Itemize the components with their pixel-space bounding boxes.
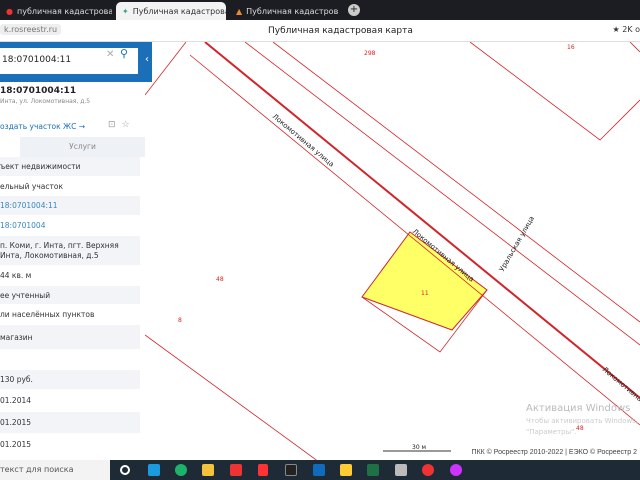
taskbar-search[interactable]: текст для поиска: [0, 460, 110, 480]
row-quarter[interactable]: 18:0701004: [0, 216, 140, 236]
app-icon[interactable]: [340, 464, 352, 476]
attribute-list: ъект недвижимости ельный участок 18:0701…: [0, 157, 140, 456]
tab-3[interactable]: ▲ Публичная кадастрова: [230, 2, 338, 20]
excel-icon[interactable]: [367, 464, 379, 476]
copyright: ПКК © Росреестр 2010-2022 | ЕЭКО © Росре…: [470, 448, 638, 457]
row-usage: магазин: [0, 325, 140, 350]
object-address: Инта, ул. Локомотивная, д.5: [0, 98, 91, 105]
row-date: 01.2015: [0, 412, 140, 434]
watermark: Активация Windows: [526, 403, 630, 414]
row-status: ее учтенный: [0, 286, 140, 305]
road-centerline: [204, 42, 640, 399]
clear-icon[interactable]: ✕: [106, 49, 114, 60]
terminal-icon[interactable]: [285, 464, 297, 476]
zoom-to-icon[interactable]: ⊡: [108, 120, 122, 130]
panel-actions: ⊡☆: [108, 120, 136, 130]
edge-icon[interactable]: [175, 464, 187, 476]
parcel-number: 48: [576, 425, 584, 432]
panel-tabs: Услуги: [0, 137, 145, 157]
cadastral-map[interactable]: Локомотивная улица Локомотивная улица Ур…: [145, 42, 640, 460]
boundary-line: [145, 334, 317, 460]
yandex-icon: ●: [6, 6, 13, 16]
row-date: 01.2014: [0, 390, 140, 412]
collapse-panel-icon[interactable]: ‹: [145, 54, 149, 65]
yandex-browser-icon[interactable]: [230, 464, 242, 476]
boundary-line: [629, 42, 640, 53]
taskbar: текст для поиска: [0, 460, 640, 480]
search-input[interactable]: 18:0701004:11: [0, 48, 138, 74]
row-kind: ельный участок: [0, 177, 140, 196]
boundary-line: [469, 42, 640, 141]
object-number: 18:0701004:11: [0, 86, 77, 96]
street-label: Уральская улица: [498, 215, 536, 273]
address-bar: k.rosreestr.ru Публичная кадастровая кар…: [0, 20, 640, 42]
scale-label: 30 м: [412, 444, 426, 451]
parcel-number: 298: [364, 50, 376, 57]
parcel-number: 11: [421, 290, 429, 297]
map-canvas: Локомотивная улица Локомотивная улица Ур…: [145, 42, 640, 460]
watermark-sub: "Параметры".: [526, 428, 577, 436]
page-title: Публичная кадастровая карта: [268, 26, 413, 36]
row-type: ъект недвижимости: [0, 157, 140, 177]
tab-services[interactable]: Услуги: [20, 137, 145, 157]
explorer-icon[interactable]: [202, 464, 214, 476]
site-icon: ▲: [236, 6, 243, 16]
create-plot-link[interactable]: оздать участок ЖС →: [0, 122, 85, 131]
search-bar: 18:0701004:11 ✕ ⚲ ‹: [0, 42, 152, 82]
info-panel: 18:0701004:11 ✕ ⚲ ‹ 18:0701004:11 Инта, …: [0, 42, 152, 460]
browser-tab-bar: ●публичная кадастровая к ✦Публичная када…: [0, 0, 640, 20]
tab-label: Публичная кадастрова: [132, 6, 226, 16]
site-icon: ✦: [122, 6, 129, 16]
rating-badge[interactable]: ★ 2K о: [613, 25, 640, 34]
watermark-sub: Чтобы активировать Windows,: [526, 417, 638, 425]
street-label: Локомотивная: [601, 365, 640, 405]
parcel-number: 48: [216, 276, 224, 283]
row-address: п. Коми, г. Инта, пгт. Верхняя Инта, Лок…: [0, 236, 140, 266]
parcel-number: 8: [178, 317, 182, 324]
app-icon[interactable]: [450, 464, 462, 476]
row-cadastral-number[interactable]: 18:0701004:11: [0, 196, 140, 216]
tab-label: Публичная кадастрова: [246, 6, 338, 16]
yandex-browser-icon[interactable]: [422, 464, 434, 476]
app-icon[interactable]: [395, 464, 407, 476]
tab-2-active[interactable]: ✦Публичная кадастрова✕: [116, 2, 226, 20]
tab-info[interactable]: [0, 137, 20, 157]
row-category: ли населённых пунктов: [0, 305, 140, 325]
url-field[interactable]: k.rosreestr.ru: [0, 24, 62, 35]
row-empty: [0, 350, 140, 370]
tab-label: публичная кадастровая к: [16, 6, 112, 16]
task-view-icon[interactable]: [120, 465, 130, 475]
row-cost: 130 руб.: [0, 370, 140, 390]
outlook-icon[interactable]: [313, 464, 325, 476]
row-area: 44 кв. м: [0, 266, 140, 286]
new-tab-button[interactable]: +: [348, 4, 360, 16]
chrome-icon[interactable]: [148, 464, 160, 476]
search-icon[interactable]: ⚲: [120, 47, 128, 60]
star-icon[interactable]: ☆: [122, 120, 136, 130]
parcel-number: 16: [567, 44, 575, 51]
yandex-icon[interactable]: [258, 464, 268, 476]
row-date: 01.2015: [0, 434, 140, 456]
boundary-line: [189, 54, 640, 426]
tab-1[interactable]: ●публичная кадастровая к: [0, 2, 112, 20]
